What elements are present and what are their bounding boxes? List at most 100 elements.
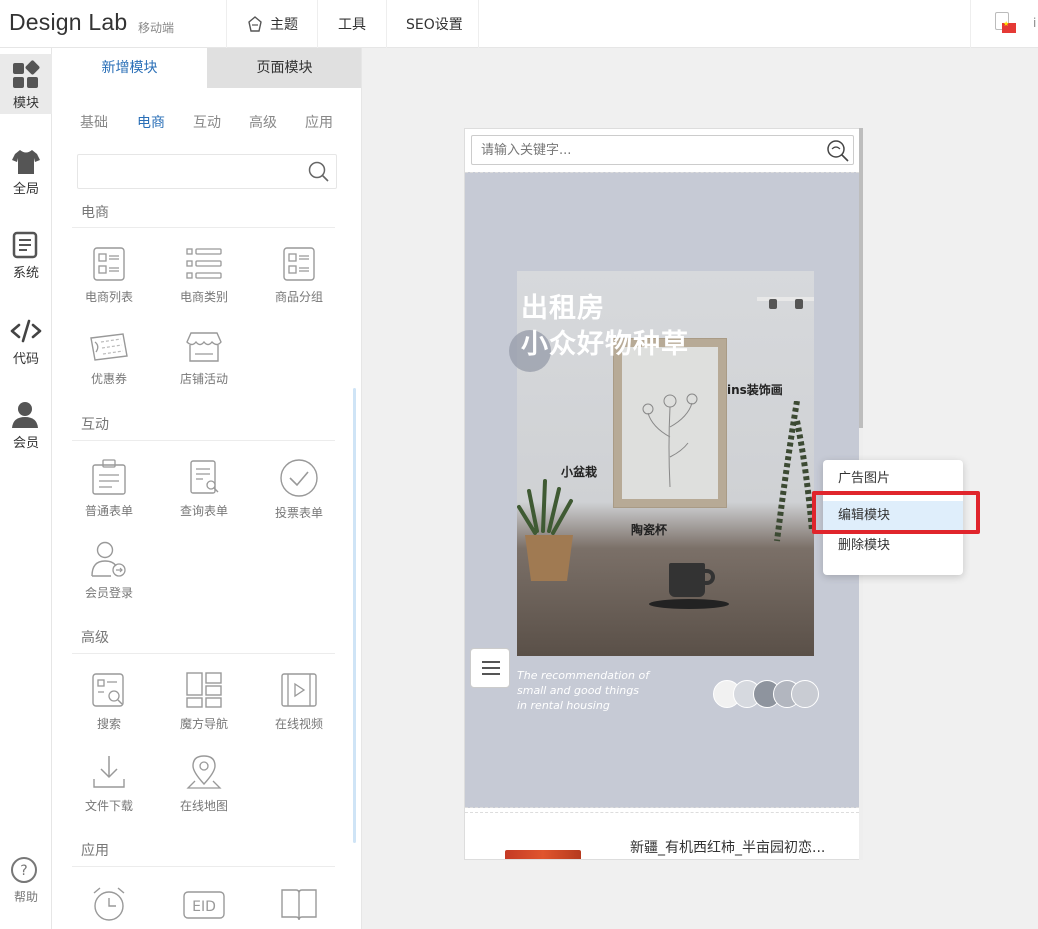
widget-label: 商品分组 (274, 290, 323, 304)
widget-book[interactable] (259, 886, 339, 922)
widget-file-download[interactable]: 文件下载 (69, 753, 149, 814)
widget-ecommerce-list[interactable]: 电商列表 (69, 246, 149, 305)
ad-banner-module[interactable]: ins装饰画 小盆栽 陶瓷杯 出租房 小众好物种草 The recommenda… (465, 172, 859, 808)
code-icon (10, 319, 42, 343)
widget-label: 电商列表 (84, 290, 133, 304)
widget-product-group[interactable]: 商品分组 (259, 246, 339, 305)
brand-logo: Design Lab (9, 9, 128, 35)
search-icon[interactable] (826, 139, 850, 163)
phone-preview: ins装饰画 小盆栽 陶瓷杯 出租房 小众好物种草 The recommenda… (464, 128, 860, 860)
widget-alarm[interactable] (69, 884, 149, 924)
preview-scrollbar-thumb[interactable] (859, 128, 863, 428)
video-icon (281, 673, 317, 707)
widget-online-video[interactable]: 在线视频 (259, 671, 339, 732)
widget-search[interactable]: 搜索 (69, 671, 149, 732)
menu-item-ad-image[interactable]: 广告图片 (823, 464, 963, 494)
download-icon (93, 756, 125, 788)
widget-label: 会员登录 (84, 586, 133, 600)
rail-label: 全局 (12, 182, 39, 197)
nav-divider (226, 0, 227, 48)
english-line: in rental housing (517, 699, 610, 712)
category-tab-interactive[interactable]: 互动 (193, 112, 221, 132)
section-title-apps: 应用 (81, 843, 109, 859)
nav-divider (478, 0, 479, 48)
nav-divider (386, 0, 387, 48)
widget-member-login[interactable]: 会员登录 (69, 540, 149, 601)
section-divider (72, 653, 335, 654)
shirt-icon (12, 150, 40, 174)
search-widget-icon (92, 673, 124, 707)
help-icon: ? (11, 857, 37, 883)
category-tab-advanced[interactable]: 高级 (249, 112, 277, 132)
rail-item-system[interactable]: 系统 (0, 224, 52, 284)
widget-query-form[interactable]: 查询表单 (164, 458, 244, 519)
banner-title-line: 小众好物种草 (521, 329, 689, 360)
widget-label: 文件下载 (84, 799, 133, 813)
preview-search-input[interactable] (472, 136, 853, 164)
product-thumbnail (505, 850, 581, 859)
nav-theme[interactable]: 主题 (246, 14, 298, 34)
module-search-input[interactable] (77, 154, 337, 189)
user-login-icon (91, 541, 126, 577)
hook-decor (769, 299, 777, 309)
cube-grid-icon (186, 672, 222, 708)
section-title-ecommerce: 电商 (81, 205, 109, 221)
search-icon[interactable] (308, 161, 330, 183)
section-divider (72, 866, 335, 867)
user-icon (12, 402, 38, 428)
widget-coupon[interactable]: 优惠券 (69, 330, 149, 387)
color-swatch (791, 680, 819, 708)
widget-online-map[interactable]: 在线地图 (164, 753, 244, 814)
tab-add-module[interactable]: 新增模块 (52, 48, 207, 88)
category-tab-ecommerce[interactable]: 电商 (137, 112, 165, 132)
widget-basic-form[interactable]: 普通表单 (69, 458, 149, 519)
category-tab-apps[interactable]: 应用 (305, 112, 333, 132)
china-flag-icon (1002, 20, 1016, 33)
widget-store-activity[interactable]: 店铺活动 (164, 330, 244, 387)
widget-label: 在线视频 (274, 717, 323, 731)
menu-item-edit-module[interactable]: 编辑模块 (823, 501, 963, 531)
svg-text:?: ? (20, 863, 27, 879)
nav-tools[interactable]: 工具 (338, 14, 366, 34)
nav-divider (970, 0, 971, 48)
language-switch[interactable] (995, 12, 1021, 36)
rail-item-help[interactable]: ? 帮助 (0, 848, 52, 908)
nav-seo[interactable]: SEO设置 (406, 14, 463, 34)
label-pot: 小盆栽 (561, 465, 598, 479)
rail-item-modules[interactable]: 模块 (0, 54, 52, 114)
panel-scrollbar[interactable] (353, 388, 356, 843)
label-decor: ins装饰画 (727, 383, 783, 397)
modules-icon (13, 60, 40, 88)
mobile-view-link[interactable]: 移动端 (138, 19, 611, 160)
nav-theme-label: 主题 (270, 17, 298, 33)
rail-item-member[interactable]: 会员 (0, 394, 52, 454)
rail-item-code[interactable]: 代码 (0, 310, 52, 370)
picture-frame (614, 339, 726, 507)
menu-item-delete-module[interactable]: 删除模块 (823, 531, 963, 561)
widget-ecommerce-category[interactable]: 电商类别 (164, 246, 244, 305)
widget-label: 优惠券 (90, 372, 127, 386)
product-row[interactable]: 新疆_有机西红柿_半亩园初恋... (465, 812, 859, 859)
language-label: i (1033, 16, 1037, 30)
theme-icon (248, 16, 262, 32)
wall-hook-rail (757, 297, 814, 301)
section-divider (72, 227, 335, 228)
eid-icon: EID (183, 891, 225, 919)
rail-label: 模块 (12, 96, 39, 111)
tab-page-module[interactable]: 页面模块 (207, 48, 361, 88)
widget-cube-nav[interactable]: 魔方导航 (164, 671, 244, 732)
hamburger-menu-icon[interactable] (470, 648, 510, 688)
category-list-icon (186, 248, 222, 279)
preview-search-bar[interactable] (471, 135, 854, 165)
nav-seo-label: SEO设置 (406, 17, 463, 33)
category-tab-basic[interactable]: 基础 (80, 112, 108, 132)
rail-item-global[interactable]: 全局 (0, 140, 52, 200)
label-cup: 陶瓷杯 (631, 523, 668, 537)
widget-label: 魔方导航 (179, 717, 228, 731)
product-group-icon (283, 247, 315, 281)
widget-eid[interactable]: EID (164, 890, 244, 920)
widget-label: 投票表单 (274, 506, 323, 520)
widget-label: 搜索 (96, 717, 121, 731)
widget-vote-form[interactable]: 投票表单 (259, 458, 339, 521)
english-line: The recommendation of (517, 669, 650, 682)
